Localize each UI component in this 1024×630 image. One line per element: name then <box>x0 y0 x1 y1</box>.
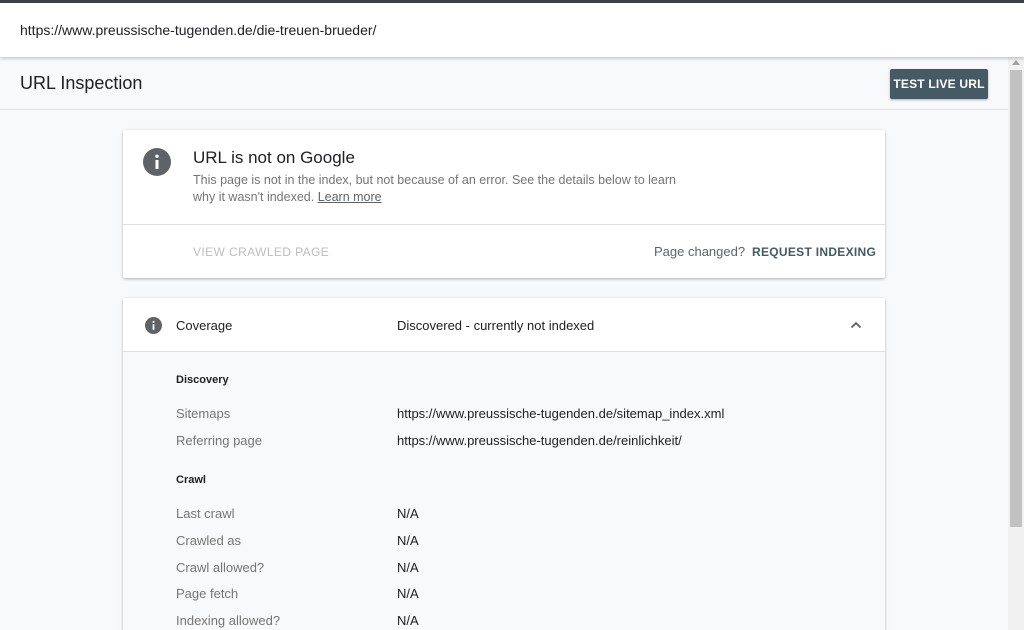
crawled-as-label: Crawled as <box>176 533 242 548</box>
page-header: URL Inspection TEST LIVE URL <box>0 57 1008 110</box>
page-title: URL Inspection <box>20 73 143 93</box>
coverage-panel-header[interactable]: Coverage Discovered - currently not inde… <box>123 298 885 352</box>
sitemaps-value[interactable]: https://www.preussische-tugenden.de/site… <box>397 406 724 421</box>
page-fetch-value: N/A <box>397 586 419 601</box>
scrollbar-thumb[interactable] <box>1010 70 1022 527</box>
info-icon <box>143 148 171 176</box>
view-crawled-page-button[interactable]: VIEW CRAWLED PAGE <box>193 245 329 259</box>
coverage-panel: Coverage Discovered - currently not inde… <box>123 298 885 630</box>
last-crawl-value: N/A <box>397 506 419 521</box>
crawl-allowed-label: Crawl allowed? <box>176 560 265 575</box>
info-icon <box>145 317 162 334</box>
indexing-allowed-value: N/A <box>397 613 419 628</box>
coverage-status-value: Discovered - currently not indexed <box>397 318 595 333</box>
page-changed-label: Page changed? <box>654 244 746 259</box>
chevron-up-icon[interactable] <box>850 320 862 330</box>
inspected-url[interactable]: https://www.preussische-tugenden.de/die-… <box>20 22 376 38</box>
vertical-scrollbar[interactable] <box>1008 57 1024 630</box>
inspected-url-bar[interactable]: https://www.preussische-tugenden.de/die-… <box>0 3 1024 57</box>
sitemaps-label: Sitemaps <box>176 406 231 421</box>
scroll-up-arrow-icon[interactable] <box>1012 60 1020 65</box>
referring-page-label: Referring page <box>176 433 262 448</box>
crawl-allowed-value: N/A <box>397 560 419 575</box>
index-status-description: This page is not in the index, but not b… <box>193 172 693 206</box>
index-status-description-text: This page is not in the index, but not b… <box>193 173 676 204</box>
card-divider <box>123 224 885 225</box>
index-status-title: URL is not on Google <box>193 148 355 167</box>
page-fetch-label: Page fetch <box>176 586 239 601</box>
index-status-card: URL is not on Google This page is not in… <box>123 130 885 278</box>
test-live-url-button[interactable]: TEST LIVE URL <box>890 69 988 99</box>
last-crawl-label: Last crawl <box>176 506 235 521</box>
discovery-heading: Discovery <box>176 374 229 386</box>
referring-page-value[interactable]: https://www.preussische-tugenden.de/rein… <box>397 433 682 448</box>
crawl-heading: Crawl <box>176 474 206 486</box>
indexing-allowed-label: Indexing allowed? <box>176 613 281 628</box>
learn-more-link[interactable]: Learn more <box>318 190 382 204</box>
crawled-as-value: N/A <box>397 533 419 548</box>
coverage-label: Coverage <box>176 318 233 333</box>
request-indexing-button[interactable]: REQUEST INDEXING <box>752 245 876 259</box>
